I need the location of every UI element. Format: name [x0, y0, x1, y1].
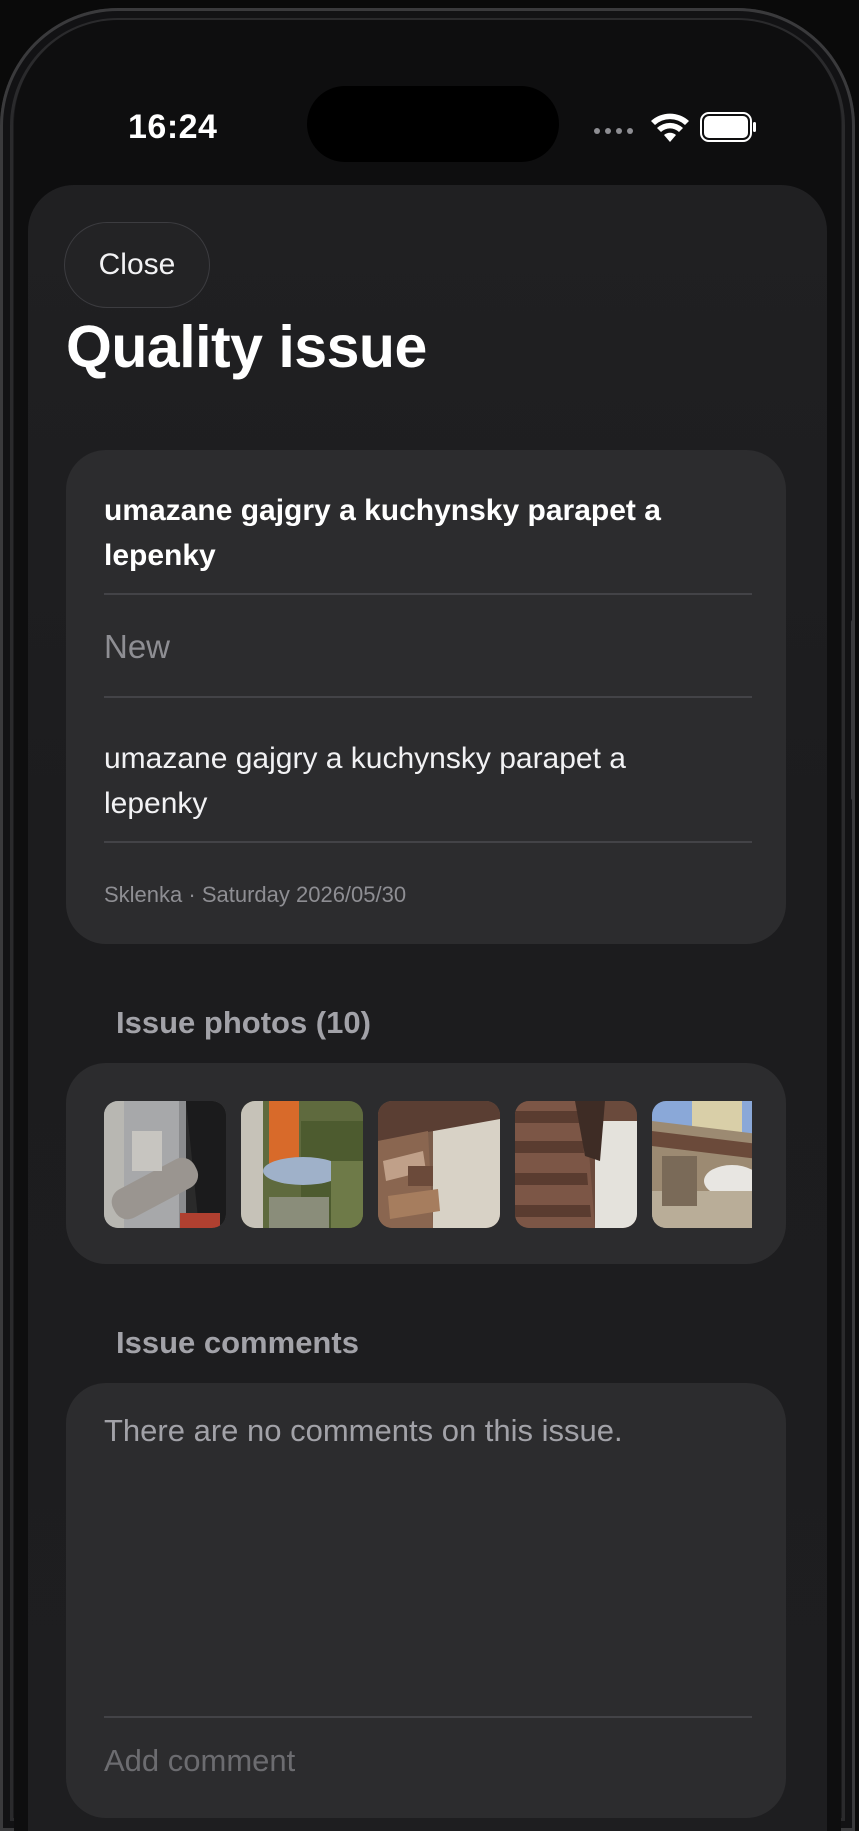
device-frame: 16:24 Close Quality issue umazane gajgry… [0, 8, 855, 1831]
photo-thumbnail[interactable] [378, 1101, 500, 1228]
divider [104, 1716, 752, 1718]
issue-title: umazane gajgry a kuchynsky parapet a lep… [104, 494, 661, 572]
battery-icon [700, 112, 756, 142]
add-comment-input[interactable]: Add comment [104, 1743, 295, 1779]
photo-thumbnail[interactable] [104, 1101, 226, 1228]
comments-card: There are no comments on this issue. Add… [66, 1383, 786, 1818]
photos-card [66, 1063, 786, 1264]
status-time: 16:24 [128, 108, 218, 146]
signal-dots-icon [594, 128, 633, 134]
wifi-icon [651, 113, 689, 142]
dynamic-island [307, 86, 559, 162]
photos-section-title: Issue photos (10) [116, 1005, 371, 1040]
divider [104, 593, 752, 595]
issue-status[interactable]: New [104, 628, 170, 666]
screen: 16:24 Close Quality issue umazane gajgry… [14, 20, 841, 1831]
close-button[interactable]: Close [64, 222, 210, 308]
issue-description: umazane gajgry a kuchynsky parapet a lep… [104, 742, 626, 820]
photo-strip[interactable] [104, 1101, 752, 1228]
comments-section-title: Issue comments [116, 1325, 359, 1360]
issue-sheet: Close Quality issue umazane gajgry a kuc… [28, 185, 827, 1831]
divider [104, 841, 752, 843]
photo-thumbnail[interactable] [652, 1101, 752, 1228]
issue-info-card: umazane gajgry a kuchynsky parapet a lep… [66, 450, 786, 944]
status-bar: 16:24 [14, 20, 841, 170]
issue-meta: Sklenka · Saturday 2026/05/30 [104, 882, 407, 907]
no-comments-text: There are no comments on this issue. [104, 1413, 623, 1448]
photo-thumbnail[interactable] [515, 1101, 637, 1228]
divider [104, 696, 752, 698]
photo-thumbnail[interactable] [241, 1101, 363, 1228]
side-button [851, 620, 855, 800]
page-title: Quality issue [66, 314, 427, 380]
